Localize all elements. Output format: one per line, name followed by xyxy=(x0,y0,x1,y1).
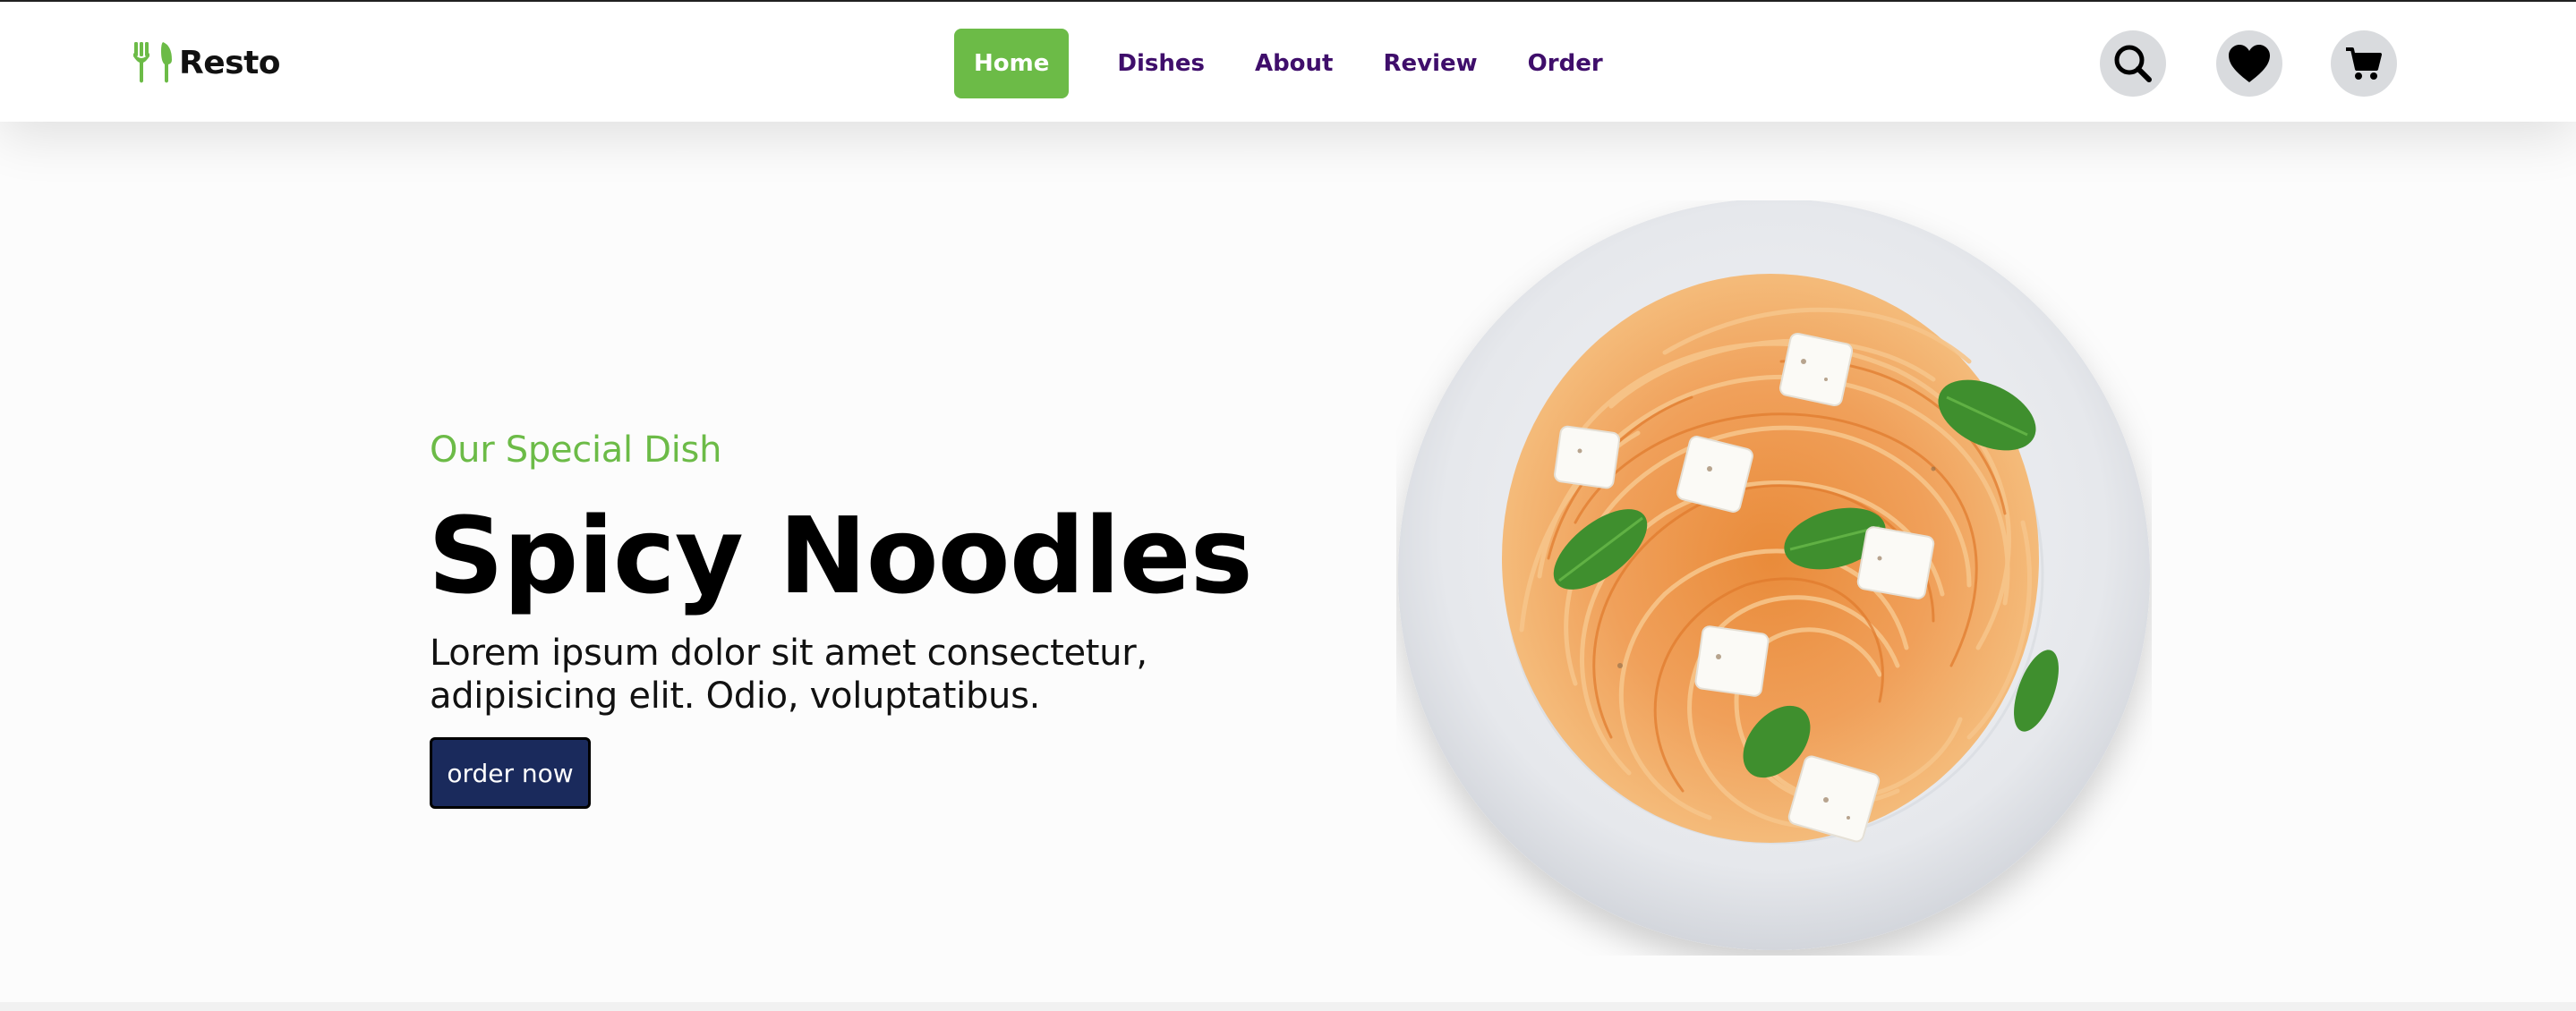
search-icon xyxy=(2114,45,2152,82)
favorites-button[interactable] xyxy=(2216,30,2282,97)
nav-review[interactable]: Review xyxy=(1359,29,1503,98)
hero-section xyxy=(0,122,2576,1002)
main-nav: Home Dishes About Review Order xyxy=(954,29,1628,98)
hero-subtitle: Our Special Dish xyxy=(430,429,722,471)
site-header: Resto Home Dishes About Review Order xyxy=(0,2,2576,122)
cart-icon xyxy=(2346,47,2382,80)
logo-text: Resto xyxy=(179,44,281,81)
nav-order[interactable]: Order xyxy=(1503,29,1628,98)
hero-description: Lorem ipsum dolor sit amet consectetur, … xyxy=(430,633,1147,717)
section-divider xyxy=(0,1002,2576,1011)
order-now-button[interactable]: order now xyxy=(430,737,591,809)
hero-dish-image xyxy=(1396,199,2152,956)
nav-home[interactable]: Home xyxy=(954,29,1070,98)
logo[interactable]: Resto xyxy=(131,38,281,88)
nav-about[interactable]: About xyxy=(1230,29,1359,98)
cart-button[interactable] xyxy=(2331,30,2397,97)
nav-dishes[interactable]: Dishes xyxy=(1092,29,1230,98)
heart-icon xyxy=(2229,45,2270,82)
search-button[interactable] xyxy=(2100,30,2166,97)
utensils-icon xyxy=(133,42,172,83)
hero-title: Spicy Noodles xyxy=(428,494,1253,617)
